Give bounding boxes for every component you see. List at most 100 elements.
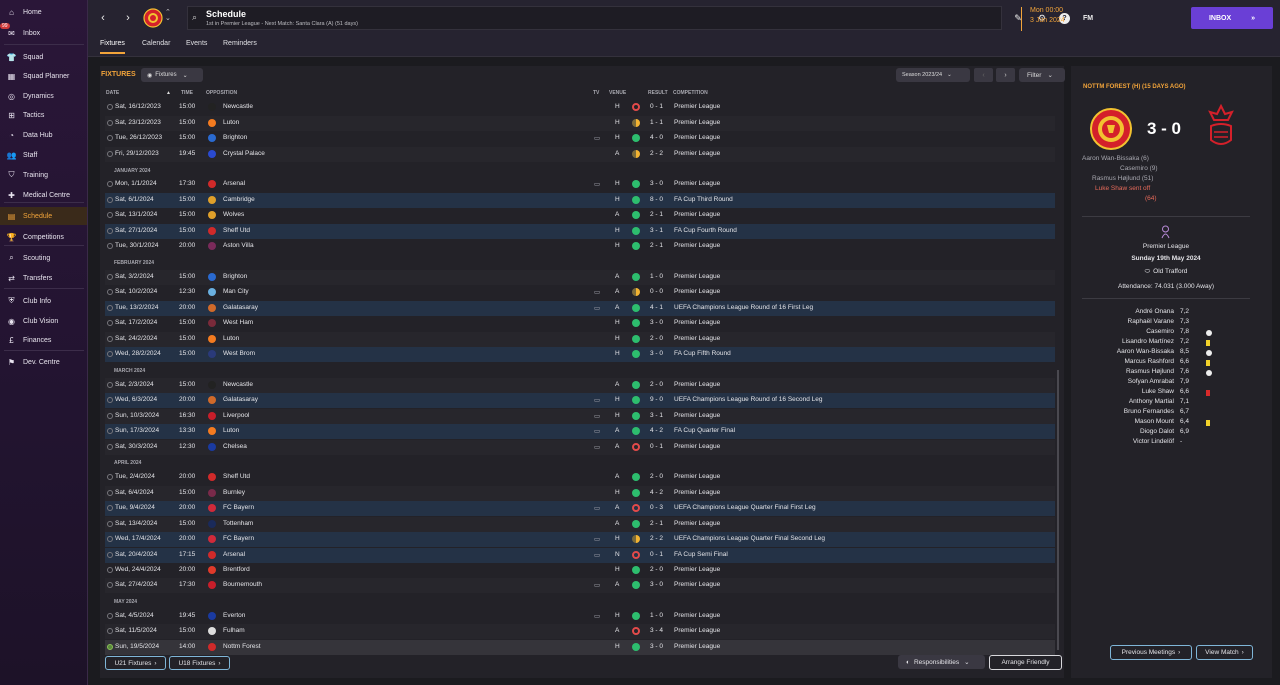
fixture-score[interactable]: 2 - 1 (650, 520, 663, 527)
fixture-competition[interactable]: UEFA Champions League Quarter Final Firs… (674, 504, 816, 511)
fixture-competition[interactable]: UEFA Champions League Round of 16 First … (674, 304, 813, 311)
fixture-score[interactable]: 2 - 0 (650, 566, 663, 573)
table-row[interactable]: Sun, 19/5/2024 14:00 Nottm Forest H 3 - 0 Pre… (105, 640, 1055, 655)
fixture-score[interactable]: 3 - 4 (650, 627, 663, 634)
fixture-score[interactable]: 2 - 0 (650, 473, 663, 480)
fixture-competition[interactable]: Premier League (674, 520, 720, 527)
fixture-competition[interactable]: UEFA Champions League Quarter Final Seco… (674, 535, 825, 542)
table-row[interactable]: Tue, 2/4/2024 20:00 Sheff Utd A 2 - 0 Premier… (105, 470, 1055, 485)
fixture-competition[interactable]: Premier League (674, 150, 720, 157)
sidebar-item-home[interactable]: ⌂ Home (0, 3, 87, 21)
fixture-score[interactable]: 3 - 0 (650, 581, 663, 588)
fixture-competition[interactable]: Premier League (674, 103, 720, 110)
fixture-competition[interactable]: Premier League (674, 581, 720, 588)
fixture-competition[interactable]: Premier League (674, 473, 720, 480)
fixture-opposition[interactable]: Sheff Utd (223, 227, 250, 234)
fixture-opposition[interactable]: Everton (223, 612, 245, 619)
fixture-score[interactable]: 3 - 0 (650, 319, 663, 326)
col-date[interactable]: DATE (106, 90, 119, 96)
col-result[interactable]: RESULT (648, 90, 668, 96)
table-row[interactable]: Sat, 11/5/2024 15:00 Fulham A 3 - 4 Premier L… (105, 624, 1055, 639)
fixture-opposition[interactable]: Brighton (223, 273, 247, 280)
table-row[interactable]: Tue, 13/2/2024 20:00 Galatasaray ▭ A 4 - 1 UEF… (105, 301, 1055, 316)
season-dropdown[interactable]: Season 2023/24 ⌄ (896, 68, 970, 82)
fixture-competition[interactable]: Premier League (674, 273, 720, 280)
player-name[interactable]: Raphaël Varane (1076, 318, 1175, 325)
fixture-competition[interactable]: Premier League (674, 489, 720, 496)
fixture-opposition[interactable]: Tottenham (223, 520, 253, 527)
tab-fixtures[interactable]: Fixtures (100, 40, 125, 54)
fixture-competition[interactable]: FA Cup Fifth Round (674, 350, 731, 357)
u18-fixtures-button[interactable]: U18 Fixtures › (169, 656, 230, 670)
back-arrow-icon[interactable]: ‹ (94, 9, 112, 27)
sidebar-item-dynamics[interactable]: ◎ Dynamics (0, 87, 87, 105)
fixture-competition[interactable]: FA Cup Third Round (674, 196, 733, 203)
col-opposition[interactable]: OPPOSITION (206, 90, 237, 96)
fixture-competition[interactable]: Premier League (674, 627, 720, 634)
player-name[interactable]: Lisandro Martínez (1076, 338, 1174, 345)
fixture-competition[interactable]: Premier League (674, 412, 720, 419)
fixture-opposition[interactable]: Cambridge (223, 196, 255, 203)
col-time[interactable]: TIME (181, 90, 193, 96)
fixture-score[interactable]: 0 - 1 (650, 103, 663, 110)
fixture-competition[interactable]: Premier League (674, 288, 720, 295)
fixture-score[interactable]: 3 - 1 (650, 227, 663, 234)
table-row[interactable]: Sat, 4/5/2024 19:45 Everton ▭ H 1 - 0 Premier … (105, 609, 1055, 624)
fixture-score[interactable]: 4 - 2 (650, 427, 663, 434)
sidebar-item-data-hub[interactable]: ◔ Data Hub (0, 126, 87, 144)
table-row[interactable]: Wed, 24/4/2024 20:00 Brentford H 2 - 0 Premie… (105, 563, 1055, 578)
fixture-opposition[interactable]: Galatasaray (223, 396, 258, 403)
player-name[interactable]: André Onana (1076, 308, 1174, 315)
fixture-competition[interactable]: UEFA Champions League Round of 16 Second… (674, 396, 823, 403)
table-row[interactable]: Wed, 6/3/2024 20:00 Galatasaray ▭ H 9 - 0 UEFA… (105, 393, 1055, 408)
table-row[interactable]: Sun, 17/3/2024 13:30 Luton ▭ A 4 - 2 FA Cup Qu… (105, 424, 1055, 439)
fixture-opposition[interactable]: Luton (223, 335, 239, 342)
table-row[interactable]: Sun, 10/3/2024 16:30 Liverpool ▭ H 3 - 1 Premi… (105, 409, 1055, 424)
forward-arrow-icon[interactable]: › (119, 9, 137, 27)
sort-up-icon[interactable]: ▲ (166, 90, 171, 96)
fixture-opposition[interactable]: Liverpool (223, 412, 249, 419)
player-name[interactable]: Victor Lindelöf (1076, 438, 1174, 445)
table-row[interactable]: Tue, 26/12/2023 15:00 Brighton ▭ H 4 - 0 Premi… (105, 131, 1055, 146)
fixture-opposition[interactable]: Wolves (223, 211, 244, 218)
fixture-score[interactable]: 2 - 0 (650, 335, 663, 342)
fixture-competition[interactable]: Premier League (674, 119, 720, 126)
player-name[interactable]: Aaron Wan-Bissaka (1076, 348, 1174, 355)
sidebar-item-inbox[interactable]: ✉ 99 Inbox (0, 23, 87, 42)
title-search-box[interactable]: ⌕ Schedule 1st in Premier League - Next … (187, 6, 1002, 30)
table-row[interactable]: Mon, 1/1/2024 17:30 Arsenal ▭ H 3 - 0 Premier … (105, 177, 1055, 192)
inbox-continue-button[interactable]: INBOX » (1191, 7, 1273, 29)
table-row[interactable]: Sat, 27/4/2024 17:30 Bournemouth ▭ A 3 - 0 Pre… (105, 578, 1055, 593)
fixture-competition[interactable]: FA Cup Fourth Round (674, 227, 737, 234)
fixture-opposition[interactable]: Galatasaray (223, 304, 258, 311)
player-name[interactable]: Mason Mount (1076, 418, 1174, 425)
sidebar-item-staff[interactable]: 👥 Staff (0, 146, 87, 164)
arrange-friendly-button[interactable]: Arrange Friendly (989, 655, 1062, 670)
fixture-competition[interactable]: Premier League (674, 134, 720, 141)
table-row[interactable]: Sat, 3/2/2024 15:00 Brighton A 1 - 0 Premier … (105, 270, 1055, 285)
u21-fixtures-button[interactable]: U21 Fixtures › (105, 656, 166, 670)
sidebar-item-transfers[interactable]: ⇄ Transfers (0, 269, 87, 287)
fixture-score[interactable]: 3 - 0 (650, 350, 663, 357)
table-row[interactable]: Tue, 9/4/2024 20:00 FC Bayern ▭ A 0 - 3 UEFA C… (105, 501, 1055, 516)
fixture-opposition[interactable]: Arsenal (223, 551, 245, 558)
fixture-opposition[interactable]: Luton (223, 427, 239, 434)
table-row[interactable]: Sat, 23/12/2023 15:00 Luton H 1 - 1 Premier L… (105, 116, 1055, 131)
club-switch-icon[interactable]: ⌃ ⌄ (165, 9, 171, 22)
table-row[interactable]: Sat, 17/2/2024 15:00 West Ham H 3 - 0 Premier… (105, 316, 1055, 331)
fixture-score[interactable]: 9 - 0 (650, 396, 663, 403)
table-row[interactable]: Tue, 30/1/2024 20:00 Aston Villa H 2 - 1 Prem… (105, 239, 1055, 254)
col-venue[interactable]: VENUE (609, 90, 626, 96)
prev-page-button[interactable]: ‹ (974, 68, 993, 82)
player-name[interactable]: Bruno Fernandes (1076, 408, 1174, 415)
player-name[interactable]: Luke Shaw (1076, 388, 1174, 395)
table-row[interactable]: Sat, 6/4/2024 15:00 Burnley H 4 - 2 Premier L… (105, 486, 1055, 501)
fixture-score[interactable]: 1 - 1 (650, 119, 663, 126)
fixture-opposition[interactable]: Newcastle (223, 381, 253, 388)
fixture-opposition[interactable]: Crystal Palace (223, 150, 265, 157)
fixture-score[interactable]: 0 - 0 (650, 288, 663, 295)
table-row[interactable]: Sat, 2/3/2024 15:00 Newcastle A 2 - 0 Premier… (105, 378, 1055, 393)
fixture-score[interactable]: 1 - 0 (650, 612, 663, 619)
table-row[interactable]: Wed, 17/4/2024 20:00 FC Bayern ▭ H 2 - 2 UEFA … (105, 532, 1055, 547)
fixture-score[interactable]: 4 - 0 (650, 134, 663, 141)
